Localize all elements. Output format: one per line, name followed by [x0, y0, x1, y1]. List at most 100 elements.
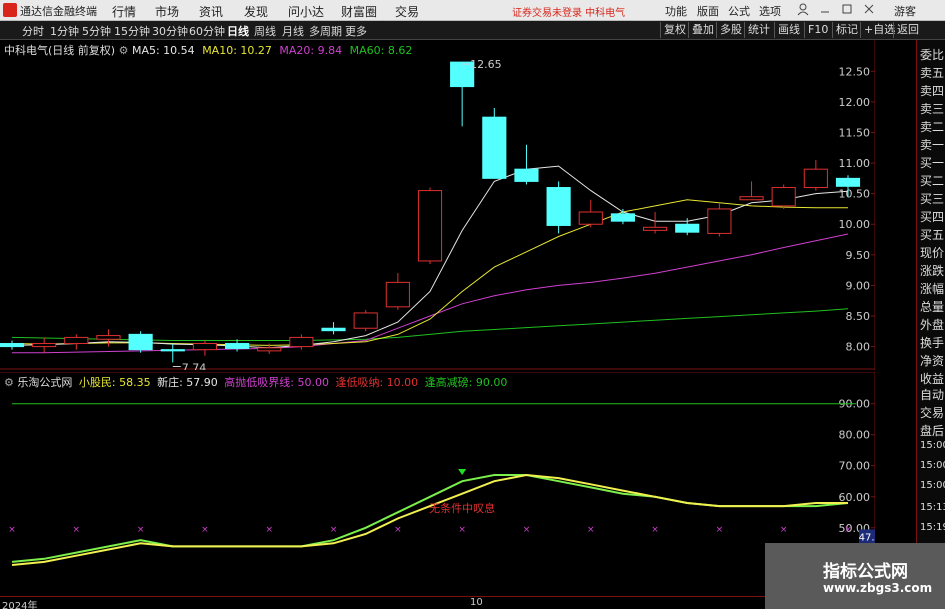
- menu-gongneng[interactable]: 功能: [665, 3, 687, 19]
- tab-15min[interactable]: 15分钟: [114, 23, 150, 39]
- menu-faxian[interactable]: 发现: [244, 3, 268, 20]
- ma10-label: MA10: 10.27: [202, 44, 272, 57]
- candle-up: [289, 336, 314, 348]
- quote-label: 15:19: [920, 522, 945, 533]
- period-toolbar: 分时 1分钟 5分钟 15分钟 30分钟 60分钟 日线 周线 月线 多周期 更…: [0, 21, 945, 40]
- boundary-marker: ×: [394, 525, 402, 535]
- tab-30min[interactable]: 30分钟: [152, 23, 188, 39]
- candle-down: [482, 116, 507, 179]
- menu-jiaoyi[interactable]: 交易: [395, 3, 419, 20]
- price-tick-label: 11.50: [839, 126, 871, 139]
- candle-up: [257, 347, 282, 352]
- date-label-month: 10: [470, 597, 483, 608]
- boundary-marker: ×: [458, 525, 466, 535]
- candle-down: [835, 177, 861, 187]
- indicator-tick-label: 80.00: [839, 429, 871, 442]
- tab-5min[interactable]: 5分钟: [82, 23, 111, 39]
- watermark-title: 指标公式网: [823, 562, 908, 582]
- restore-icon[interactable]: [840, 2, 854, 16]
- quote-label[interactable]: 交易: [920, 404, 944, 421]
- price-tick-label: 9.50: [846, 249, 871, 262]
- candle-down: [321, 327, 346, 332]
- legend-sell-high: 逢高减磅: 90.00: [424, 376, 508, 389]
- candle-down: [546, 187, 571, 226]
- kline-chart-panel[interactable]: 8.00 8.50 9.00 9.50 10.00 10.50 11.00 11.50 12.0…: [0, 40, 876, 374]
- indicator-chart[interactable]: 40.0050.0060.0070.0080.0090.00××××××××××…: [0, 371, 889, 596]
- stats-button[interactable]: 统计: [744, 22, 773, 38]
- quote-label[interactable]: 盘后: [920, 422, 944, 439]
- tab-fenshi[interactable]: 分时: [22, 23, 44, 39]
- menu-xuanxiang[interactable]: 选项: [759, 3, 781, 19]
- boundary-marker: ×: [8, 525, 16, 535]
- menu-gongshi[interactable]: 公式: [728, 3, 750, 19]
- quote-label: 买四: [920, 210, 945, 224]
- tab-daily[interactable]: 日线: [227, 23, 249, 39]
- candle-up: [643, 226, 668, 231]
- quote-label: 委比: [920, 48, 945, 62]
- quote-label: 卖二: [920, 120, 945, 134]
- candle-up: [578, 211, 603, 225]
- quote-label: 涨跌: [920, 264, 945, 278]
- tab-more[interactable]: 更多: [345, 23, 367, 39]
- legend-xinzhuang: 新庄: 57.90: [157, 376, 218, 389]
- date-label-year: 2024年: [2, 601, 38, 609]
- guest-label[interactable]: 游客: [894, 3, 916, 19]
- candle-up: [385, 281, 410, 308]
- app-logo-icon: [3, 3, 17, 17]
- user-icon[interactable]: [796, 2, 810, 16]
- candle-up: [417, 190, 443, 262]
- quote-label[interactable]: 自动: [920, 386, 944, 403]
- kline-chart[interactable]: 8.00 8.50 9.00 9.50 10.00 10.50 11.00 11.50 12.0…: [0, 40, 876, 374]
- candle-down: [160, 349, 185, 352]
- current-value-label: 47.21: [859, 532, 875, 543]
- tab-60min[interactable]: 60分钟: [189, 23, 225, 39]
- quote-label: 收益: [920, 372, 945, 386]
- app-name: 通达信金融终端: [20, 5, 97, 18]
- minimize-icon[interactable]: [818, 2, 832, 16]
- menu-zixun[interactable]: 资讯: [199, 3, 223, 20]
- overlay-button[interactable]: 叠加: [688, 22, 717, 38]
- xinzhuang-line: [11, 474, 849, 563]
- boundary-marker: ×: [201, 525, 209, 535]
- quote-label: 现价: [920, 246, 945, 260]
- boundary-marker: ×: [587, 525, 595, 535]
- xiaogumin-line: [11, 473, 848, 566]
- indicator-tick-label: 70.00: [839, 460, 871, 473]
- candle-down: [675, 223, 700, 233]
- low-label: 7.74: [182, 361, 207, 370]
- price-tick-label: 11.00: [839, 157, 871, 170]
- peak-arrow: [458, 469, 467, 476]
- indicator-chart-panel[interactable]: 40.0050.0060.0070.0080.0090.00××××××××××…: [0, 371, 889, 596]
- watermark: 指标公式网 www.zbgs3.com: [765, 543, 945, 609]
- multi-stock-button[interactable]: 多股: [716, 22, 745, 38]
- tab-1min[interactable]: 1分钟: [50, 23, 79, 39]
- indicator-legend: ⚙ 乐淘公式网 小股民: 58.35 新庄: 57.90 高抛低吸界线: 50.…: [4, 374, 507, 390]
- mark-button[interactable]: 标记: [832, 22, 861, 38]
- draw-line-button[interactable]: 画线: [774, 22, 803, 38]
- settings-icon[interactable]: ⚙: [119, 44, 129, 57]
- boundary-marker: ×: [523, 525, 531, 535]
- menu-wenxiaoda[interactable]: 问小达: [288, 3, 324, 20]
- back-button[interactable]: 返回: [893, 22, 922, 38]
- menu-shichang[interactable]: 市场: [155, 3, 179, 20]
- tab-multi-period[interactable]: 多周期: [309, 23, 342, 39]
- tab-weekly[interactable]: 周线: [254, 23, 276, 39]
- price-tick-label: 8.00: [846, 341, 871, 354]
- indicator-tick-label: 60.00: [839, 491, 871, 504]
- price-tick-label: 10.00: [839, 218, 871, 231]
- quote-label: 涨幅: [920, 282, 945, 296]
- menu-caifuquan[interactable]: 财富圈: [341, 3, 377, 20]
- close-icon[interactable]: [862, 2, 876, 16]
- menu-hangqing[interactable]: 行情: [112, 3, 136, 20]
- fuquan-button[interactable]: 复权: [660, 22, 689, 38]
- f10-button[interactable]: F10: [804, 22, 831, 38]
- menu-banmian[interactable]: 版面: [697, 3, 719, 19]
- quote-label: 买一: [920, 156, 945, 170]
- tab-monthly[interactable]: 月线: [282, 23, 304, 39]
- main-legend: 中科电气(日线 前复权) ⚙ MA5: 10.54 MA10: 10.27 MA…: [4, 42, 412, 58]
- boundary-marker: ×: [844, 525, 852, 535]
- settings-icon[interactable]: ⚙: [4, 376, 14, 389]
- quote-label: 卖四: [920, 84, 945, 98]
- quote-label: 换手: [920, 336, 945, 350]
- indicator-note: 无条件中叹息: [429, 501, 495, 515]
